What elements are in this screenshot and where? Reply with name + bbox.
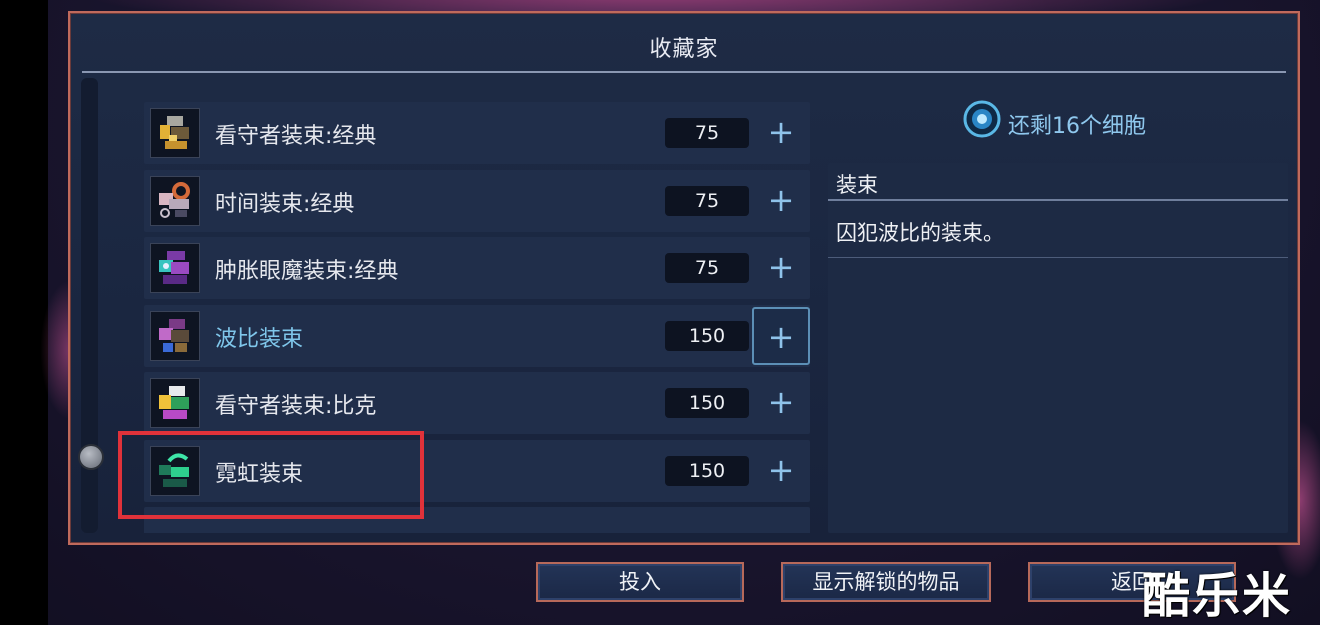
list-item[interactable]: 看守者装束:比克 150 + [144,372,810,434]
list-item-selected[interactable]: 波比装束 150 + [144,305,810,367]
description-divider-2 [828,257,1288,258]
outfit-icon-eye-classic [150,243,200,293]
invest-button[interactable]: 投入 [536,562,744,602]
item-name: 看守者装束:经典 [215,124,377,149]
collector-window: 收藏家 看守者装束:经典 75 + 时间装束:经典 75 + 肿胀眼魔装束:经典… [68,11,1300,545]
description-divider [828,199,1288,201]
description-heading: 装束 [836,173,878,197]
cells-remaining-text: 还剩16个细胞 [1008,114,1146,139]
outfit-icon-bobby [150,311,200,361]
list-item[interactable]: 时间装束:经典 75 + [144,170,810,232]
add-cells-button[interactable]: + [752,374,810,432]
annotation-highlight-box [118,431,424,519]
item-price: 75 [665,253,749,283]
window-title: 收藏家 [649,37,719,62]
add-cells-button[interactable]: + [752,442,810,500]
add-cells-button[interactable]: + [752,307,810,365]
item-price: 75 [665,186,749,216]
show-unlocked-button[interactable]: 显示解锁的物品 [781,562,991,602]
cell-icon [963,100,1001,138]
list-item[interactable]: 看守者装束:经典 75 + [144,102,810,164]
title-divider [82,71,1286,73]
scrollbar-knob[interactable] [78,444,104,470]
outfit-icon-keeper-classic [150,108,200,158]
outfit-icon-keeper-beak [150,378,200,428]
item-name: 看守者装束:比克 [215,394,377,419]
list-item[interactable]: 肿胀眼魔装束:经典 75 + [144,237,810,299]
add-cells-button[interactable]: + [752,239,810,297]
item-price: 150 [665,388,749,418]
add-cells-button[interactable]: + [752,172,810,230]
item-price: 75 [665,118,749,148]
item-name: 波比装束 [215,327,304,352]
outfit-icon-time-classic [150,176,200,226]
item-price: 150 [665,321,749,351]
item-name: 时间装束:经典 [215,192,355,217]
item-name: 肿胀眼魔装束:经典 [215,259,399,284]
item-price: 150 [665,456,749,486]
add-cells-button[interactable]: + [752,104,810,162]
description-text: 囚犯波比的装束。 [836,221,1004,245]
description-panel: 装束 囚犯波比的装束。 [828,163,1288,533]
watermark: 酷乐米 [1142,568,1293,624]
